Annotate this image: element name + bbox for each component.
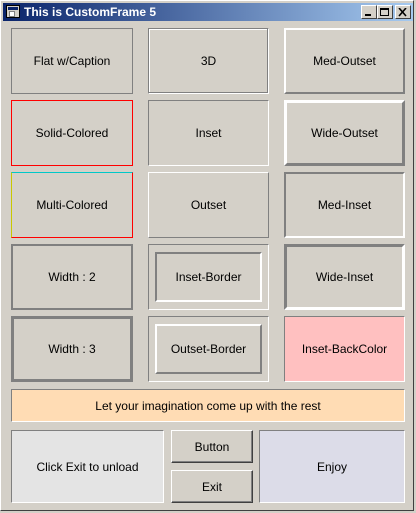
frame-label: Inset	[195, 126, 222, 140]
frame-label: Inset-Border	[175, 270, 242, 284]
imagination-banner: Let your imagination come up with the re…	[11, 389, 405, 422]
frame-label: Wide-Inset	[315, 270, 374, 284]
exit-button[interactable]: Exit	[171, 470, 253, 503]
frame-label: Width : 2	[48, 270, 96, 284]
frame-inset-backcolor: Inset-BackColor	[284, 316, 405, 382]
app-icon[interactable]	[6, 5, 20, 18]
outset-border-inner: Outset-Border	[155, 324, 262, 374]
button-button[interactable]: Button	[171, 430, 253, 463]
title-bar[interactable]: This is CustomFrame 5	[3, 3, 413, 21]
frame-label: Outset-Border	[170, 342, 247, 356]
frame-label: Flat w/Caption	[33, 54, 111, 68]
frame-inset: Inset	[148, 100, 269, 166]
frame-flat-caption: Flat w/Caption	[11, 28, 133, 94]
main-window: This is CustomFrame 5 Flat w/Caption 3D …	[0, 0, 414, 511]
frame-label: Wide-Outset	[311, 126, 378, 140]
frame-3d: 3D	[148, 28, 269, 94]
maximize-icon	[380, 8, 389, 16]
minimize-button[interactable]	[361, 5, 377, 19]
enjoy-label: Enjoy	[316, 459, 348, 474]
frame-label: Med-Outset	[313, 54, 376, 68]
frame-wide-inset: Wide-Inset	[284, 244, 405, 310]
frame-label: Med-Inset	[317, 198, 372, 212]
frame-label: Width : 3	[48, 342, 96, 356]
exit-info-panel: Click Exit to unload	[11, 430, 164, 503]
frame-label: Solid-Colored	[35, 126, 109, 140]
window-title: This is CustomFrame 5	[24, 5, 157, 19]
close-icon	[398, 8, 407, 17]
frame-multi-colored: Multi-Colored	[11, 172, 133, 238]
frame-inset-border: Inset-Border	[148, 244, 269, 310]
frame-med-inset: Med-Inset	[284, 172, 405, 238]
frame-label: Multi-Colored	[36, 198, 108, 212]
enjoy-panel: Enjoy	[259, 430, 405, 503]
frame-width-3: Width : 3	[11, 316, 133, 382]
frame-label: Inset-BackColor	[301, 342, 388, 356]
maximize-button[interactable]	[377, 5, 393, 19]
frame-outset: Outset	[148, 172, 269, 238]
minimize-icon	[365, 14, 371, 16]
exit-info-label: Click Exit to unload	[36, 459, 139, 474]
frame-width-2: Width : 2	[11, 244, 133, 310]
frame-outset-border: Outset-Border	[148, 316, 269, 382]
frame-med-outset: Med-Outset	[284, 28, 405, 94]
frame-label: Outset	[190, 198, 227, 212]
frame-solid-colored: Solid-Colored	[11, 100, 133, 166]
banner-text: Let your imagination come up with the re…	[95, 398, 321, 413]
frame-label: 3D	[200, 54, 217, 68]
inset-border-inner: Inset-Border	[155, 252, 262, 302]
frame-wide-outset: Wide-Outset	[284, 100, 405, 166]
close-button[interactable]	[395, 5, 411, 19]
